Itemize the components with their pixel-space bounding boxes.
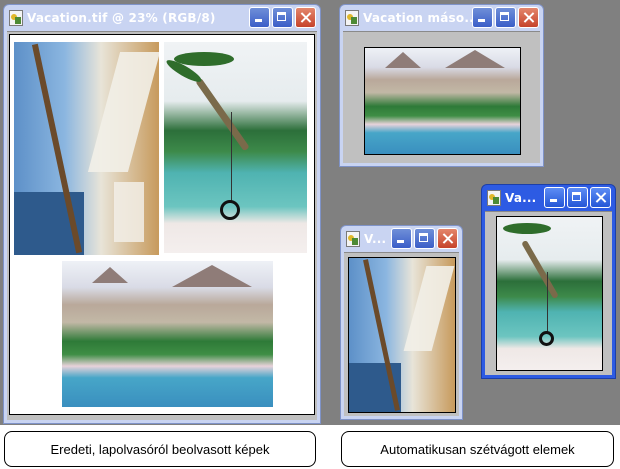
- close-icon[interactable]: [590, 187, 611, 208]
- image-file-icon[interactable]: [9, 9, 23, 26]
- minimize-icon[interactable]: [544, 187, 565, 208]
- image-canvas[interactable]: [7, 31, 317, 420]
- original-image-window[interactable]: Vacation.tif @ 23% (RGB/8): [3, 4, 321, 424]
- beach-photo: [365, 48, 520, 154]
- image-canvas[interactable]: [344, 252, 459, 416]
- title-bar[interactable]: Vacation.tif @ 23% (RGB/8): [7, 5, 317, 30]
- image-file-icon[interactable]: [346, 230, 360, 247]
- cropped-image: [348, 257, 456, 413]
- image-file-icon[interactable]: [487, 189, 501, 206]
- copy-window-2[interactable]: Va...: [481, 184, 616, 379]
- copy-window-1[interactable]: Vacation máso...: [339, 4, 544, 167]
- maximize-icon[interactable]: [567, 187, 588, 208]
- title-bar[interactable]: Va...: [485, 185, 612, 210]
- maximize-icon[interactable]: [272, 7, 293, 28]
- copy-window-3[interactable]: V...: [340, 225, 463, 420]
- cropped-image: [364, 47, 521, 155]
- window-title: Va...: [505, 190, 537, 205]
- image-canvas[interactable]: [343, 31, 540, 163]
- caption-cropped: Automatikusan szétvágott elemek: [341, 431, 614, 467]
- window-title: V...: [364, 231, 387, 246]
- title-bar[interactable]: Vacation máso...: [343, 5, 540, 30]
- caption-original: Eredeti, lapolvasóról beolvasott képek: [4, 431, 316, 467]
- title-bar[interactable]: V...: [344, 226, 459, 251]
- window-title: Vacation.tif @ 23% (RGB/8): [27, 10, 216, 25]
- maximize-icon[interactable]: [414, 228, 435, 249]
- image-file-icon[interactable]: [345, 9, 359, 26]
- minimize-icon[interactable]: [249, 7, 270, 28]
- palm-tree-photo: [164, 42, 307, 253]
- close-icon[interactable]: [437, 228, 458, 249]
- window-title: Vacation máso...: [363, 10, 472, 25]
- scanned-document: [9, 34, 315, 415]
- maximize-icon[interactable]: [495, 7, 516, 28]
- close-icon[interactable]: [518, 7, 539, 28]
- minimize-icon[interactable]: [472, 7, 493, 28]
- beach-photo: [62, 261, 273, 407]
- cropped-image: [496, 216, 603, 371]
- sailboat-photo: [349, 258, 455, 412]
- palm-tree-photo: [497, 217, 602, 370]
- sailboat-photo: [14, 42, 159, 255]
- close-icon[interactable]: [295, 7, 316, 28]
- image-canvas[interactable]: [485, 211, 612, 375]
- minimize-icon[interactable]: [391, 228, 412, 249]
